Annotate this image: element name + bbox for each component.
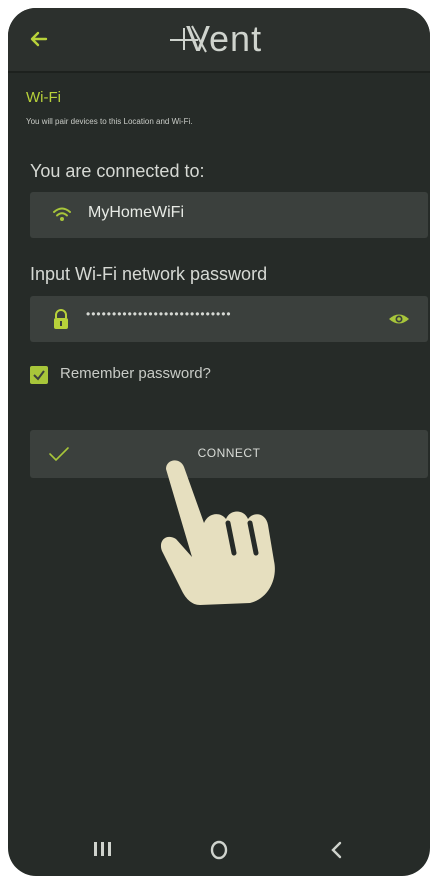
logo-text: Vent xyxy=(186,18,263,59)
section-subtitle: You will pair devices to this Location a… xyxy=(26,117,193,126)
wifi-icon xyxy=(53,207,71,221)
app-logo: Vent xyxy=(168,18,298,62)
recent-apps-icon[interactable] xyxy=(88,838,118,860)
pointing-hand-icon xyxy=(160,460,275,605)
home-icon[interactable] xyxy=(206,838,232,862)
section-title: Wi-Fi xyxy=(26,89,61,106)
network-name: MyHomeWiFi xyxy=(88,204,184,221)
back-arrow-icon xyxy=(30,31,48,47)
password-label: Input Wi-Fi network password xyxy=(30,264,268,284)
remember-label: Remember password? xyxy=(60,365,211,382)
phone-screen: Vent Wi-Fi You will pair devices to this… xyxy=(8,8,430,876)
password-input[interactable]: •••••••••••••••••••••••••••• xyxy=(86,307,232,321)
nav-back-icon[interactable] xyxy=(326,838,348,862)
password-field[interactable]: •••••••••••••••••••••••••••• xyxy=(30,296,428,342)
system-nav-bar xyxy=(8,828,430,876)
back-button[interactable] xyxy=(26,26,52,52)
lock-icon xyxy=(54,309,68,329)
remember-checkbox[interactable] xyxy=(30,366,48,384)
eye-icon[interactable] xyxy=(388,310,410,328)
app-bar: Vent xyxy=(8,8,430,73)
checkmark-icon xyxy=(33,370,45,381)
connected-label: You are connected to: xyxy=(30,161,205,181)
network-field: MyHomeWiFi xyxy=(30,192,428,238)
